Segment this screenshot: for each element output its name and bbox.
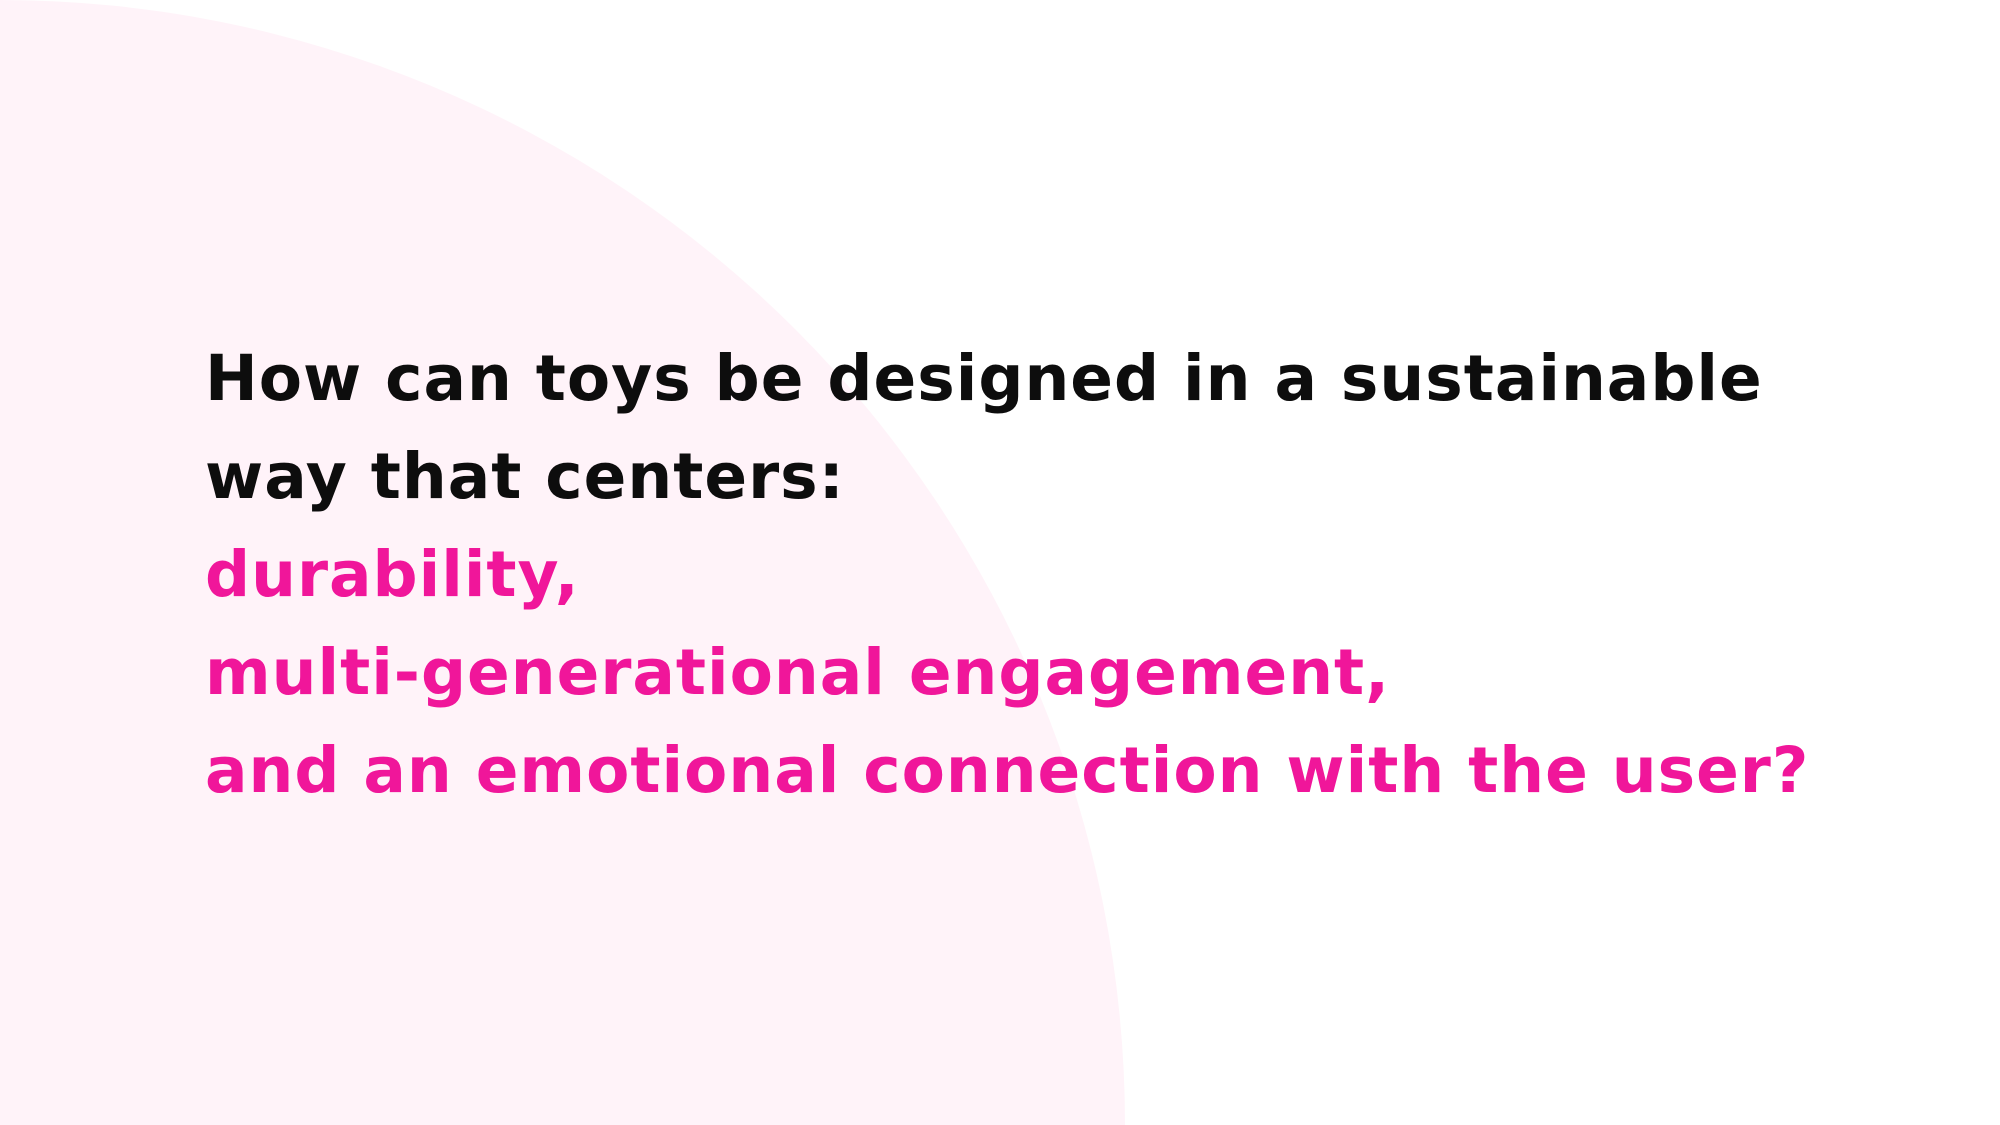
question-line-2: way that centers: — [205, 440, 845, 513]
question-line-1: How can toys be designed in a sustainabl… — [205, 342, 1763, 415]
highlight-multi-generational: multi-generational engagement, — [205, 636, 1391, 709]
highlight-emotional-connection: and an emotional connection with the use… — [205, 734, 1810, 807]
research-question: How can toys be designed in a sustainabl… — [205, 330, 1809, 820]
highlight-durability: durability, — [205, 538, 580, 611]
slide: How can toys be designed in a sustainabl… — [0, 0, 2000, 1125]
